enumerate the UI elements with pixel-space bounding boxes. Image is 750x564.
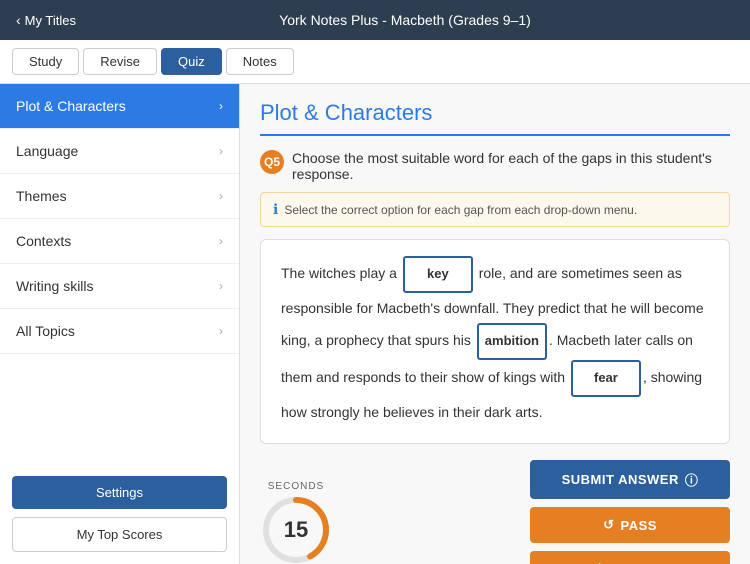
timer: SECONDS 15	[260, 481, 332, 564]
header-title: York Notes Plus - Macbeth (Grades 9–1)	[76, 12, 734, 28]
submit-answer-button[interactable]: SUBMIT ANSWER ⓘ	[530, 460, 730, 499]
chevron-right-icon: ›	[219, 234, 223, 248]
gap-dropdown-3[interactable]: fear	[571, 360, 641, 397]
freeze-button[interactable]: ❄ FREEZE	[530, 551, 730, 564]
info-icon: ℹ	[273, 201, 278, 218]
sidebar-bottom: Settings My Top Scores	[0, 464, 239, 564]
main-content: Plot & Characters Q5 Choose the most sui…	[240, 84, 750, 564]
sidebar-item-label: Language	[16, 143, 78, 159]
sidebar-item-themes[interactable]: Themes ›	[0, 174, 239, 219]
sidebar-item-contexts[interactable]: Contexts ›	[0, 219, 239, 264]
sidebar-item-writing-skills[interactable]: Writing skills ›	[0, 264, 239, 309]
chevron-right-icon: ›	[219, 144, 223, 158]
passage-part-1: The witches play a	[281, 265, 401, 281]
question-text: Choose the most suitable word for each o…	[292, 150, 730, 182]
back-button[interactable]: ‹ My Titles	[16, 12, 76, 28]
answer-box: The witches play a key role, and are som…	[260, 239, 730, 444]
top-scores-button[interactable]: My Top Scores	[12, 517, 227, 552]
back-label: My Titles	[25, 13, 76, 28]
chevron-right-icon: ›	[219, 99, 223, 113]
main-layout: Plot & Characters › Language › Themes › …	[0, 84, 750, 564]
app-header: ‹ My Titles York Notes Plus - Macbeth (G…	[0, 0, 750, 40]
pass-button[interactable]: ↺ PASS	[530, 507, 730, 543]
sidebar-item-all-topics[interactable]: All Topics ›	[0, 309, 239, 354]
pass-icon: ↺	[603, 517, 614, 533]
submit-label: SUBMIT ANSWER	[562, 472, 679, 487]
instruction-bar: ℹ Select the correct option for each gap…	[260, 192, 730, 227]
settings-button[interactable]: Settings	[12, 476, 227, 509]
chevron-right-icon: ›	[219, 279, 223, 293]
tab-study[interactable]: Study	[12, 48, 79, 75]
sidebar-item-language[interactable]: Language ›	[0, 129, 239, 174]
sidebar: Plot & Characters › Language › Themes › …	[0, 84, 240, 564]
gap-dropdown-1[interactable]: key	[403, 256, 473, 293]
sidebar-item-label: Plot & Characters	[16, 98, 126, 114]
sidebar-item-label: Contexts	[16, 233, 71, 249]
timer-circle: 15	[260, 494, 332, 564]
tab-bar: Study Revise Quiz Notes	[0, 40, 750, 84]
action-buttons: SUBMIT ANSWER ⓘ ↺ PASS ❄ FREEZE	[530, 460, 730, 564]
sidebar-item-label: Themes	[16, 188, 67, 204]
question-badge: Q5	[260, 150, 284, 174]
timer-label: SECONDS	[268, 481, 324, 492]
sidebar-item-label: All Topics	[16, 323, 75, 339]
instruction-text: Select the correct option for each gap f…	[284, 203, 637, 217]
question-header: Q5 Choose the most suitable word for eac…	[260, 150, 730, 182]
chevron-left-icon: ‹	[16, 12, 21, 28]
tab-quiz[interactable]: Quiz	[161, 48, 222, 75]
timer-value: 15	[284, 517, 308, 543]
sidebar-item-plot-characters[interactable]: Plot & Characters ›	[0, 84, 239, 129]
chevron-right-icon: ›	[219, 324, 223, 338]
chevron-right-icon: ›	[219, 189, 223, 203]
page-title: Plot & Characters	[260, 100, 730, 136]
submit-icon: ⓘ	[685, 470, 699, 489]
pass-label: PASS	[620, 518, 656, 533]
sidebar-item-label: Writing skills	[16, 278, 94, 294]
gap-dropdown-2[interactable]: ambition	[477, 323, 547, 360]
tab-revise[interactable]: Revise	[83, 48, 157, 75]
tab-notes[interactable]: Notes	[226, 48, 294, 75]
bottom-row: SECONDS 15 SUBMIT ANSWER ⓘ ↺ PASS	[260, 460, 730, 564]
